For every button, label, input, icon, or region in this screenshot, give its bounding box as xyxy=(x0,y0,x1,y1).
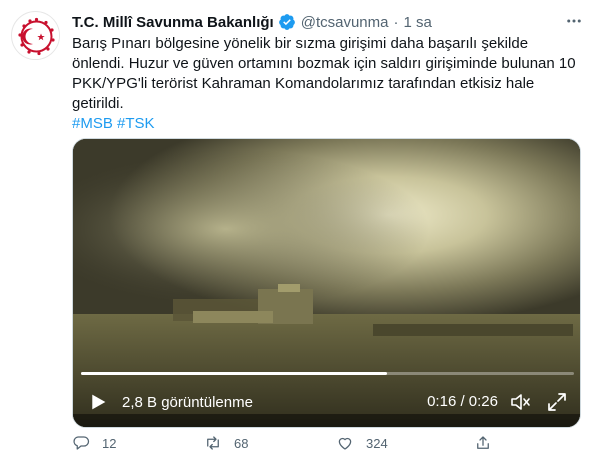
tweet: T.C. Millî Savunma Bakanlığı @tcsavunma … xyxy=(0,0,603,460)
video-frame xyxy=(73,139,580,427)
like-button[interactable]: 324 xyxy=(336,432,388,454)
avatar[interactable] xyxy=(11,11,60,60)
tweet-body: Barış Pınarı bölgesine yönelik bir sızma… xyxy=(72,35,576,112)
share-icon xyxy=(477,436,489,449)
separator-dot: · xyxy=(393,13,399,31)
video-player[interactable]: 2,8 B görüntülenme 0:16 / 0:26 xyxy=(72,138,581,428)
play-button[interactable] xyxy=(87,391,109,413)
verified-badge-icon xyxy=(278,13,296,31)
share-button[interactable] xyxy=(474,432,492,454)
speaker-muted-icon xyxy=(511,394,530,410)
video-progress-bar[interactable] xyxy=(81,372,574,375)
display-name[interactable]: T.C. Millî Savunma Bakanlığı xyxy=(72,14,274,31)
msb-emblem-icon xyxy=(12,12,59,59)
reply-count: 12 xyxy=(102,435,117,451)
retweet-count: 68 xyxy=(234,435,249,451)
video-timecode: 0:16 / 0:26 xyxy=(427,393,498,410)
reply-button[interactable]: 12 xyxy=(72,432,116,454)
heart-icon xyxy=(338,437,352,450)
volume-button[interactable] xyxy=(508,390,532,414)
tweet-text: Barış Pınarı bölgesine yönelik bir sızma… xyxy=(72,34,582,134)
like-count: 324 xyxy=(366,435,388,451)
more-options-button[interactable] xyxy=(562,9,586,33)
view-count: 2,8 B görüntülenme xyxy=(122,393,253,411)
retweet-icon xyxy=(207,436,219,450)
tweet-header: T.C. Millî Savunma Bakanlığı @tcsavunma … xyxy=(72,11,432,33)
hashtags: #MSB #TSK xyxy=(72,114,582,134)
tweet-actions: 12 68 324 xyxy=(72,432,502,454)
retweet-button[interactable]: 68 xyxy=(204,432,248,454)
video-controls: 2,8 B görüntülenme 0:16 / 0:26 xyxy=(73,387,580,417)
video-progress-fill xyxy=(81,372,387,375)
handle[interactable]: @tcsavunma xyxy=(301,14,389,31)
ellipsis-icon xyxy=(567,19,581,23)
hashtag-tsk[interactable]: #TSK xyxy=(117,115,155,132)
hashtag-msb[interactable]: #MSB xyxy=(72,115,113,132)
reply-icon xyxy=(73,436,90,450)
fullscreen-icon xyxy=(548,393,566,411)
play-icon xyxy=(92,394,106,410)
fullscreen-button[interactable] xyxy=(546,391,568,413)
timestamp[interactable]: 1 sa xyxy=(403,14,431,31)
